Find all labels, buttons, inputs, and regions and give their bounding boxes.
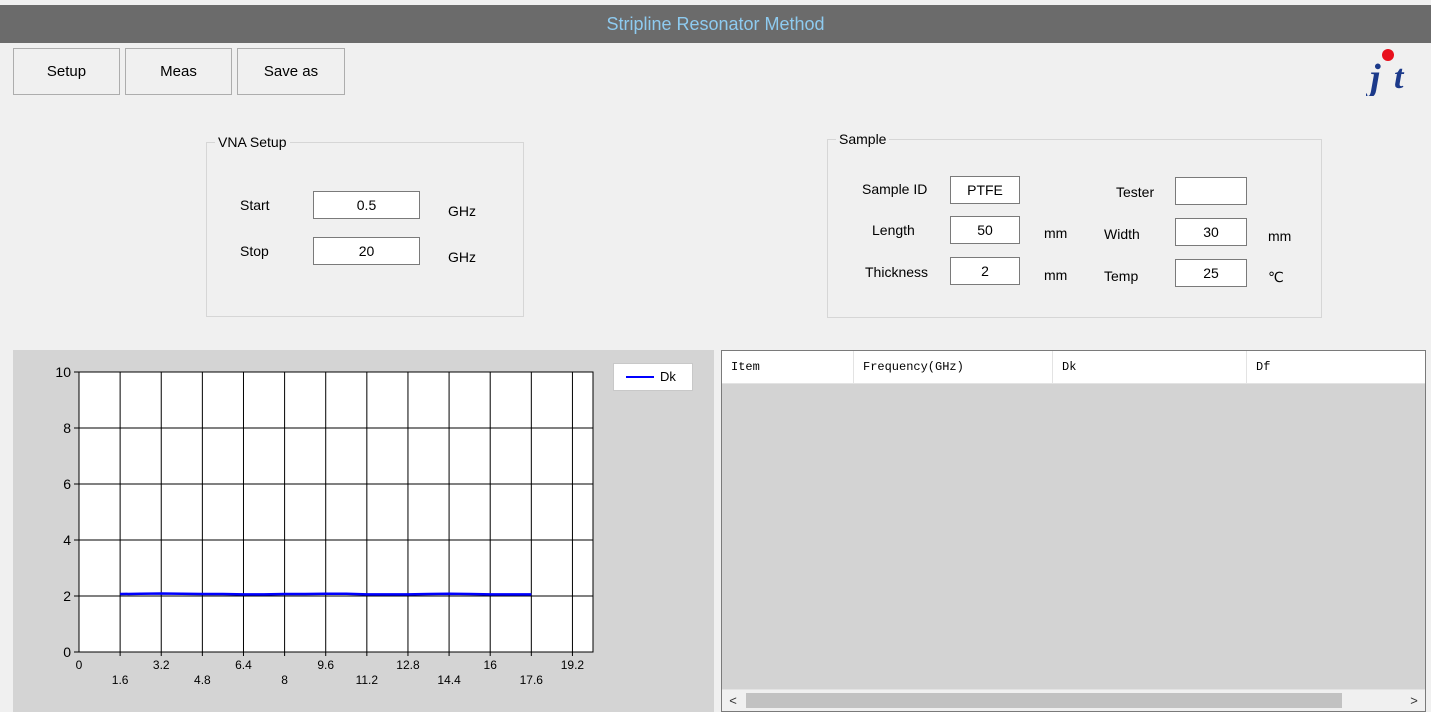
y-tick-label: 0: [63, 644, 71, 660]
legend-swatch-dk: [626, 376, 654, 378]
y-tick-label: 6: [63, 476, 71, 492]
column-header-frequency[interactable]: Frequency(GHz): [854, 351, 1053, 383]
y-tick-label: 4: [63, 532, 71, 548]
series-line-dk: [120, 592, 532, 596]
x-tick-label: 0: [76, 658, 83, 672]
x-tick-label: 14.4: [437, 673, 461, 687]
x-tick-label: 17.6: [520, 673, 544, 687]
x-tick-label: 6.4: [235, 658, 252, 672]
column-header-df[interactable]: Df: [1247, 351, 1425, 383]
column-header-dk[interactable]: Dk: [1053, 351, 1247, 383]
y-tick-label: 2: [63, 588, 71, 604]
scroll-right-icon[interactable]: >: [1403, 690, 1425, 711]
x-tick-label: 9.6: [317, 658, 334, 672]
x-tick-label: 4.8: [194, 673, 211, 687]
plot-area: [78, 371, 594, 653]
x-tick-label: 16: [484, 658, 498, 672]
legend-label-dk: Dk: [660, 369, 676, 384]
table-header: Item Frequency(GHz) Dk Df: [722, 351, 1425, 384]
scroll-thumb[interactable]: [746, 693, 1342, 708]
x-tick-label: 11.2: [356, 673, 379, 687]
x-tick-label: 1.6: [112, 673, 129, 687]
x-tick-label: 19.2: [561, 658, 585, 672]
chart-legend: Dk: [613, 363, 693, 391]
x-tick-label: 8: [281, 673, 288, 687]
y-tick-label: 8: [63, 420, 71, 436]
column-header-item[interactable]: Item: [722, 351, 854, 383]
y-tick-label: 10: [55, 364, 71, 380]
scroll-left-icon[interactable]: <: [722, 690, 744, 711]
horizontal-scrollbar[interactable]: < >: [722, 689, 1425, 711]
x-tick-label: 3.2: [153, 658, 170, 672]
x-tick-label: 12.8: [396, 658, 420, 672]
results-table[interactable]: Item Frequency(GHz) Dk Df < >: [721, 350, 1426, 712]
